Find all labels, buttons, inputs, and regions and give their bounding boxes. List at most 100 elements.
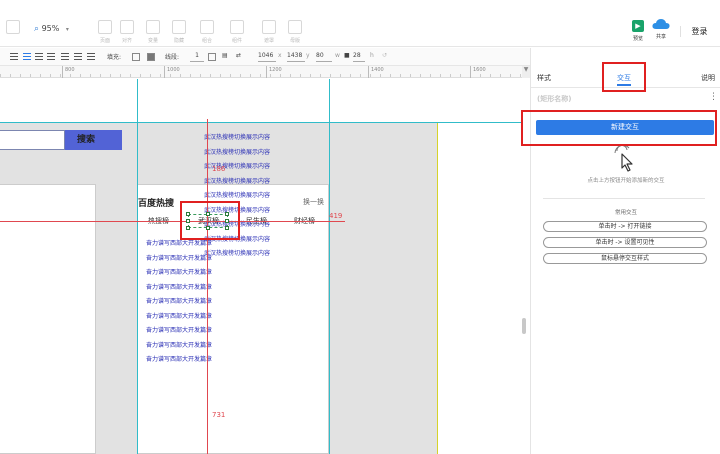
x-input[interactable]: 1046	[258, 52, 276, 62]
align-right-icon[interactable]	[35, 53, 43, 60]
tool-icon[interactable]	[98, 20, 112, 34]
fill-swatch[interactable]	[132, 53, 140, 61]
lock-icon[interactable]: ■	[344, 52, 350, 59]
list-item[interactable]: 武汉热搜榜切换展示内容	[204, 175, 270, 190]
h-input[interactable]: 28	[353, 52, 365, 62]
canvas-scrollbar[interactable]	[522, 318, 526, 334]
list-item[interactable]: 奋力谱写西部大开发篇章	[146, 353, 212, 368]
snap-guide	[0, 122, 522, 123]
common-interactions-title: 常用交互	[614, 210, 637, 216]
cloud-icon	[652, 19, 670, 29]
highlight-box	[180, 201, 240, 240]
tool-label: 页面	[99, 38, 110, 44]
list-item[interactable]: 奋力谱写西部大开发篇章	[146, 324, 212, 339]
interaction-hint: 点击上方按钮开始添加新的交互	[587, 178, 665, 184]
h-label: h	[370, 52, 374, 59]
search-button-widget[interactable]: 搜索	[65, 130, 122, 150]
distance-guide	[207, 119, 208, 454]
list-item[interactable]: 奋力谱写西部大开发篇章	[146, 339, 212, 354]
divider	[543, 198, 705, 199]
y-label: y	[306, 52, 310, 59]
tab-notes[interactable]: 说明	[701, 73, 715, 83]
pointer-click-icon	[614, 146, 633, 172]
ruler-scroll-arrow[interactable]: ▼	[522, 66, 530, 78]
line-color-swatch[interactable]	[208, 53, 216, 61]
snap-guide	[329, 79, 330, 454]
preview-label: 预览	[632, 36, 643, 42]
arrow-style-icon[interactable]: ⇄	[236, 52, 241, 59]
refresh-link[interactable]: 换一换	[303, 197, 324, 207]
preview-button[interactable]: ▶ 预览	[627, 20, 649, 42]
tool-icon[interactable]	[200, 20, 214, 34]
tool-icon[interactable]	[288, 20, 302, 34]
hot-list-right: 武汉热搜榜切换展示内容 武汉热搜榜切换展示内容 武汉热搜榜切换展示内容 武汉热搜…	[204, 131, 270, 262]
align-justify-icon[interactable]	[47, 53, 55, 60]
tool-icon[interactable]	[230, 20, 244, 34]
tab-style[interactable]: 样式	[537, 73, 551, 83]
ruler-mark: 1400	[368, 66, 384, 78]
list-item[interactable]: 武汉热搜榜切换展示内容	[204, 247, 270, 262]
x-label: x	[278, 52, 282, 59]
ruler-mark: 1000	[164, 66, 180, 78]
distance-bottom: 731	[212, 411, 226, 419]
inspector-panel: 样式 交互 说明 (矩形名称) ⋮ 新建交互 点击上方按钮开始添加新的交互 常用…	[521, 48, 720, 454]
align-middle-icon[interactable]	[74, 53, 82, 60]
zoom-value: 95%	[41, 24, 60, 33]
ruler-mark: 800	[62, 66, 75, 78]
list-item[interactable]: 奋力谱写西部大开发篇章	[146, 266, 212, 281]
widget-name-field[interactable]: (矩形名称)	[537, 94, 571, 104]
y-input[interactable]: 1438	[287, 52, 305, 62]
left-content-panel[interactable]	[0, 184, 96, 454]
preset-set-visibility-button[interactable]: 单击时 -> 设置可见性	[543, 237, 707, 248]
shadow-swatch[interactable]	[147, 53, 155, 61]
search-icon: ⌕	[34, 24, 40, 34]
rotate-icon[interactable]: ↺	[382, 52, 387, 59]
tool-icon[interactable]	[146, 20, 160, 34]
list-item[interactable]: 武汉热搜榜切换展示内容	[204, 131, 270, 146]
horizontal-ruler: 800 1000 1200 1400 1600	[0, 66, 522, 78]
preset-hover-style-button[interactable]: 鼠标悬停交互样式	[543, 253, 707, 264]
search-input-widget[interactable]	[0, 130, 65, 150]
distance-top: 186	[212, 165, 226, 173]
align-left-icon[interactable]	[10, 53, 18, 60]
tool-icon[interactable]	[120, 20, 134, 34]
top-toolbar: ⌕ 95% ▾ 页面 对齐 变量 隐藏 组合 组件 遮罩 母版 ▶ 预览 共享 …	[0, 0, 720, 47]
tool-label: 组合	[201, 38, 212, 44]
list-item[interactable]: 奋力谱写西部大开发篇章	[146, 310, 212, 325]
zoom-control[interactable]: ⌕ 95% ▾	[34, 24, 69, 34]
align-bottom-icon[interactable]	[87, 53, 95, 60]
login-button[interactable]: 登录	[680, 26, 718, 37]
list-item[interactable]: 奋力谱写西部大开发篇章	[146, 281, 212, 296]
list-item[interactable]: 武汉热搜榜切换展示内容	[204, 146, 270, 161]
design-canvas[interactable]: 搜索 百度热搜 换一换 热搜榜 武汉榜 民生榜 财经榜 奋力谱写西部大开发篇章 …	[0, 79, 522, 454]
line-width-input[interactable]: 1	[190, 52, 204, 62]
w-label: w	[335, 52, 340, 59]
tool-icon[interactable]	[172, 20, 186, 34]
list-item[interactable]: 奋力谱写西部大开发篇章	[146, 295, 212, 310]
distance-left: 419	[329, 212, 343, 220]
hot-list-left: 奋力谱写西部大开发篇章 奋力谱写西部大开发篇章 奋力谱写西部大开发篇章 奋力谱写…	[146, 237, 212, 368]
distance-guide	[0, 221, 345, 222]
ruler-mark: 1600	[470, 66, 486, 78]
w-input[interactable]: 80	[316, 52, 332, 62]
tool-icon[interactable]	[6, 20, 20, 34]
highlight-box	[602, 62, 646, 92]
play-icon: ▶	[632, 20, 644, 32]
tool-label: 遮罩	[263, 38, 274, 44]
line-label: 线段:	[165, 54, 180, 61]
more-options-icon[interactable]: ⋮	[709, 92, 718, 102]
share-label: 共享	[655, 34, 666, 40]
list-item[interactable]: 奋力谱写西部大开发篇章	[146, 252, 212, 267]
tool-label: 母版	[289, 38, 300, 44]
line-style-icon[interactable]: ▤	[222, 52, 228, 59]
preset-open-link-button[interactable]: 单击时 -> 打开链接	[543, 221, 707, 232]
align-center-icon[interactable]	[23, 53, 31, 60]
tool-icon[interactable]	[262, 20, 276, 34]
tool-label: 对齐	[121, 38, 132, 44]
align-top-icon[interactable]	[61, 53, 69, 60]
tool-label: 隐藏	[173, 38, 184, 44]
hot-search-title: 百度热搜	[138, 199, 175, 209]
fill-label: 填充:	[107, 54, 122, 61]
highlight-box	[521, 110, 717, 146]
share-button[interactable]: 共享	[650, 18, 672, 40]
